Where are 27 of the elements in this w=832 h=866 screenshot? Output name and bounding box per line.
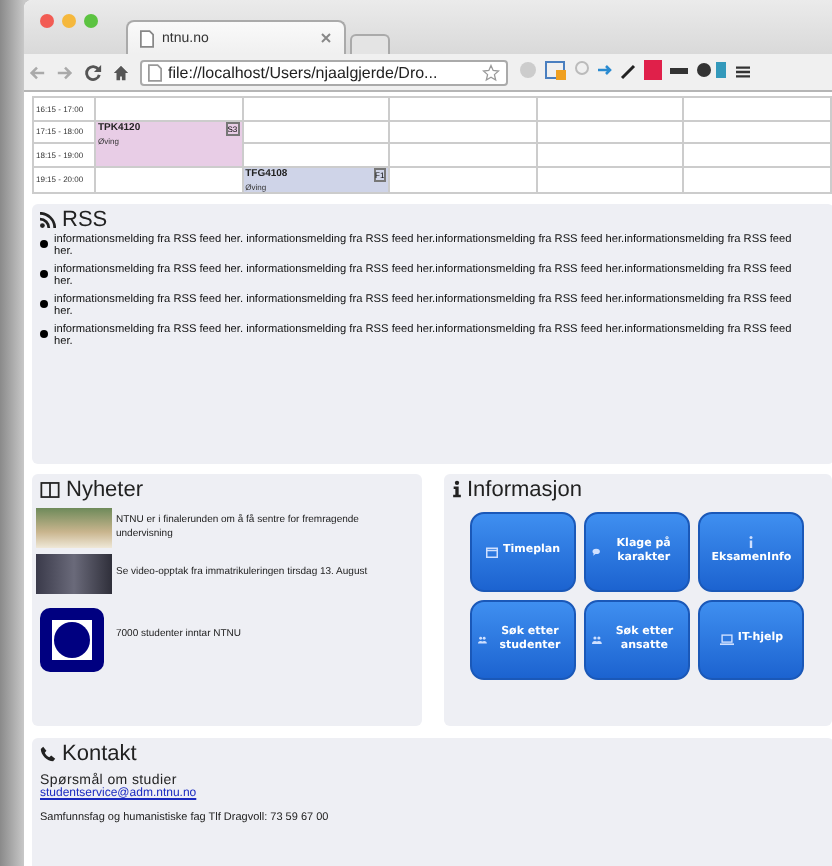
info-icon [451,480,461,498]
panel-title: Informasjon [467,477,582,501]
info-icon [748,536,755,549]
laptop-icon [719,633,734,645]
close-window-button[interactable] [40,14,54,28]
phone-icon [40,745,56,761]
book-icon [40,481,60,497]
users-icon [478,633,488,645]
forward-arrow-icon[interactable] [56,63,74,81]
panel-title: RSS [62,207,108,231]
logo-icon[interactable] [40,607,104,671]
calendar-icon [486,545,499,557]
page-icon [140,29,154,47]
menu-icon[interactable] [736,64,750,80]
address-bar[interactable]: file://localhost/Users/njaalgjerde/Dro... [140,59,508,85]
users-icon [592,633,603,645]
home-icon[interactable] [112,63,130,81]
new-tab-button[interactable] [350,34,390,54]
zoom-window-button[interactable] [84,14,98,28]
close-icon[interactable] [320,32,332,44]
video-thumbnail[interactable] [36,553,112,593]
panel-title: Kontakt [62,741,137,765]
chat-bubble-icon [592,545,601,557]
back-arrow-icon[interactable] [28,63,46,81]
panel-title: Nyheter [66,477,144,501]
reload-icon[interactable] [84,63,102,81]
rss-icon [40,211,56,227]
